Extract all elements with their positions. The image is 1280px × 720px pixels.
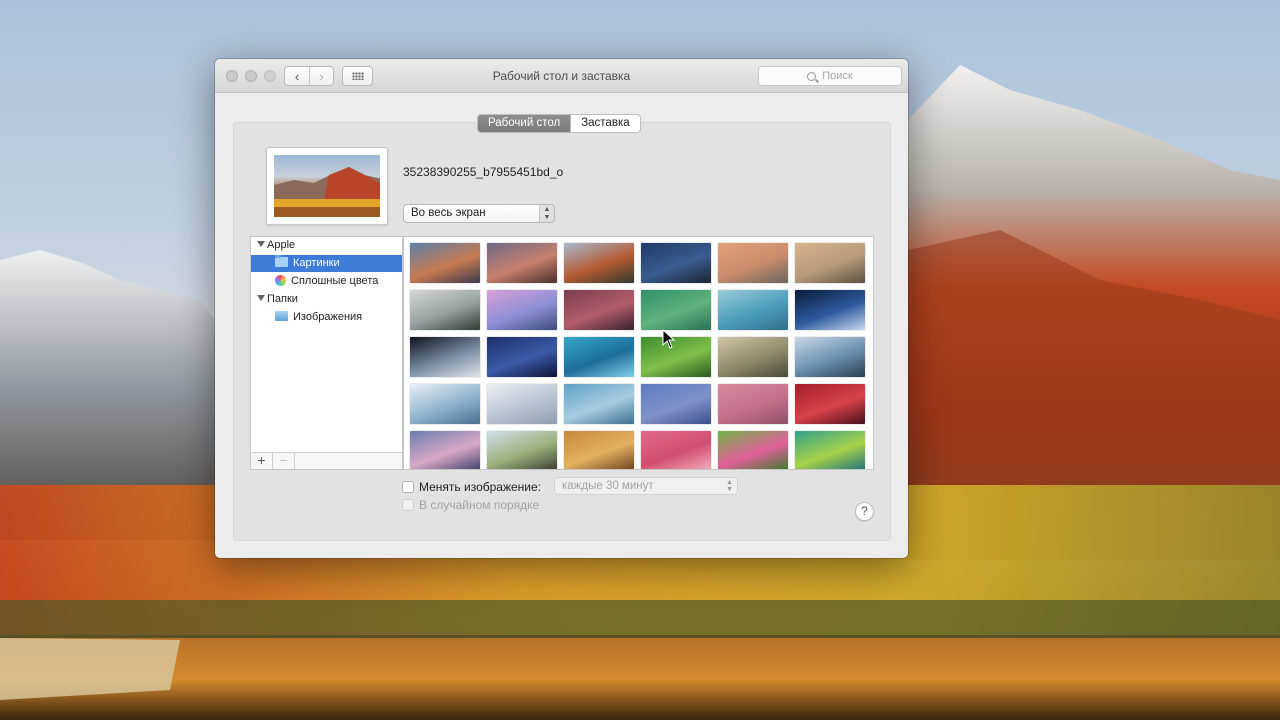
random-order-row: В случайном порядке [402, 498, 539, 512]
wallpaper-thumbnail[interactable] [641, 243, 711, 283]
wallpaper-thumbnail[interactable] [718, 384, 788, 424]
search-icon [807, 71, 817, 81]
group-label: Apple [267, 239, 296, 251]
wallpaper-thumbnail[interactable] [641, 384, 711, 424]
folder-icon [275, 255, 288, 267]
tab-bar: Рабочий стол Заставка [477, 114, 641, 133]
wallpaper-thumbnail[interactable] [718, 243, 788, 283]
tab-screensaver[interactable]: Заставка [570, 115, 639, 132]
wallpaper-thumbnail[interactable] [718, 431, 788, 469]
wallpaper-thumbnail[interactable] [410, 431, 480, 469]
sidebar-item-solid-colors[interactable]: Сплошные цвета [251, 273, 402, 290]
desktop-screensaver-window: ‹ › Рабочий стол и заставка Поиск Рабочи… [215, 59, 908, 558]
preview-image [274, 155, 380, 217]
group-label: Папки [267, 293, 298, 305]
source-list-footer: + − [251, 452, 402, 469]
wallpaper-thumbnail[interactable] [641, 337, 711, 377]
source-list: Apple Картинки Сплошные цвета Папки Изоб… [250, 236, 403, 470]
wallpaper-thumbnail[interactable] [795, 384, 865, 424]
disclosure-triangle-icon [257, 241, 265, 247]
popup-arrows-icon: ▲ ▼ [726, 479, 733, 493]
wallpaper-thumbnail[interactable] [564, 243, 634, 283]
wallpaper-thumbnail[interactable] [795, 431, 865, 469]
wallpaper-thumbnail[interactable] [410, 243, 480, 283]
wallpaper-thumbnail[interactable] [410, 290, 480, 330]
wallpaper-thumbnail[interactable] [564, 290, 634, 330]
search-placeholder: Поиск [822, 70, 853, 82]
fit-mode-popup[interactable]: Во весь экран ▲ ▼ [403, 204, 555, 223]
search-field[interactable]: Поиск [758, 66, 902, 86]
wallpaper-thumbnail[interactable] [410, 337, 480, 377]
wallpaper-thumbnail[interactable] [641, 431, 711, 469]
wallpaper-thumbnail[interactable] [487, 243, 557, 283]
sidebar-item-label: Изображения [293, 311, 363, 323]
wallpaper-thumbnail[interactable] [487, 384, 557, 424]
sidebar-item-images[interactable]: Изображения [251, 309, 402, 326]
mouse-cursor-icon [662, 329, 676, 349]
wallpaper-thumbnail[interactable] [718, 290, 788, 330]
wallpaper-thumbnail[interactable] [564, 337, 634, 377]
wallpaper-thumbnail[interactable] [487, 290, 557, 330]
wallpaper-thumbnail[interactable] [641, 290, 711, 330]
wallpaper-thumbnail[interactable] [410, 384, 480, 424]
help-button[interactable]: ? [855, 502, 874, 521]
change-picture-label: Менять изображение: [419, 480, 542, 494]
change-picture-checkbox[interactable] [402, 481, 414, 493]
wallpaper-thumbnail[interactable] [487, 431, 557, 469]
random-order-label: В случайном порядке [419, 498, 540, 512]
wallpaper-thumbnail[interactable] [564, 384, 634, 424]
wallpaper-thumbnail[interactable] [795, 243, 865, 283]
change-picture-row: Менять изображение: [402, 480, 541, 494]
interval-popup[interactable]: каждые 30 минут ▲ ▼ [554, 477, 738, 495]
group-folders[interactable]: Папки [251, 291, 402, 308]
wallpaper-thumbnail[interactable] [795, 290, 865, 330]
random-order-checkbox[interactable] [402, 499, 414, 511]
sidebar-item-label: Сплошные цвета [291, 275, 379, 287]
fit-mode-value: Во весь экран [411, 207, 486, 219]
pictures-folder-icon [275, 311, 288, 321]
wallpaper-thumbnail[interactable] [564, 431, 634, 469]
wallpaper-thumbnail[interactable] [487, 337, 557, 377]
wallpaper-thumbnail[interactable] [795, 337, 865, 377]
titlebar: ‹ › Рабочий стол и заставка Поиск [215, 59, 908, 93]
sidebar-item-pictures[interactable]: Картинки [251, 255, 402, 272]
group-apple[interactable]: Apple [251, 237, 402, 254]
popup-arrows-icon: ▲ ▼ [539, 205, 554, 222]
add-folder-button[interactable]: + [251, 453, 273, 469]
wallpaper-gallery [403, 236, 874, 470]
disclosure-triangle-icon [257, 295, 265, 301]
remove-folder-button[interactable]: − [273, 453, 295, 469]
wallpaper-preview [266, 147, 388, 225]
sidebar-item-label: Картинки [293, 257, 340, 269]
tab-desktop[interactable]: Рабочий стол [478, 115, 571, 132]
interval-value: каждые 30 минут [562, 480, 654, 492]
colors-icon [275, 275, 286, 286]
current-filename: 35238390255_b7955451bd_o [403, 165, 564, 179]
wallpaper-thumbnail[interactable] [718, 337, 788, 377]
